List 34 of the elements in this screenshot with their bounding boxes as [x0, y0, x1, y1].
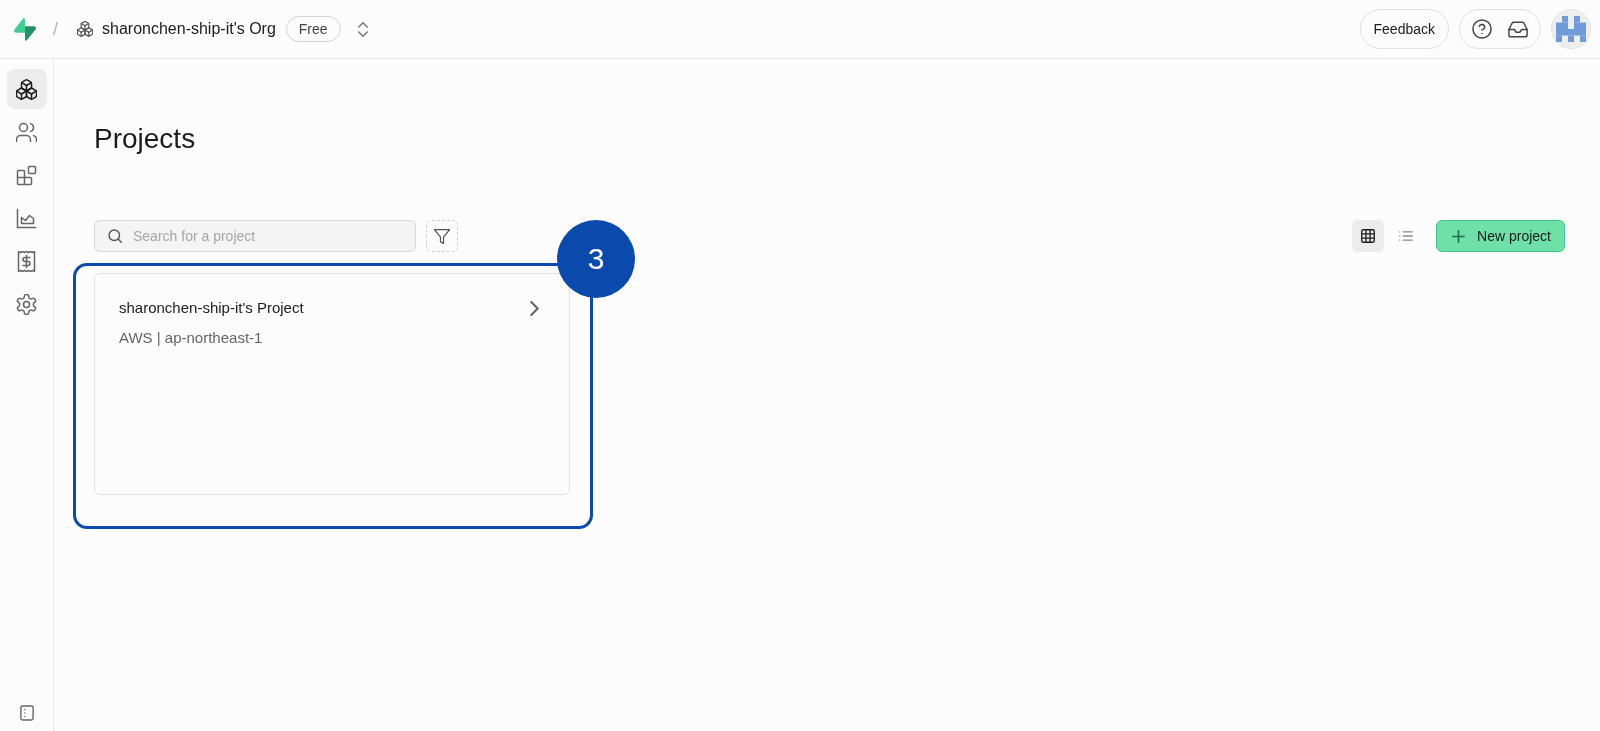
help-icon	[1472, 19, 1492, 39]
page-title: Projects	[94, 123, 196, 155]
filter-button[interactable]	[426, 220, 458, 252]
chevron-right-icon	[530, 300, 539, 316]
chart-icon	[16, 207, 37, 229]
cubes-icon	[77, 21, 93, 37]
list-icon	[1399, 229, 1414, 243]
project-region: AWS | ap-northeast-1	[119, 328, 263, 348]
settings-icon	[16, 293, 37, 315]
project-name: sharonchen-ship-it's Project	[119, 298, 304, 318]
plus-icon	[1452, 229, 1466, 243]
panel-icon	[19, 705, 34, 721]
feedback-button[interactable]: Feedback	[1359, 9, 1449, 49]
filter-icon	[434, 228, 450, 244]
chevron-up-down-icon[interactable]	[357, 21, 368, 37]
cubes-icon	[16, 78, 37, 100]
step-number-badge: 3	[557, 220, 635, 298]
bolt-logo-icon[interactable]	[14, 17, 36, 41]
grid-icon	[1361, 229, 1376, 243]
help-button[interactable]	[1471, 18, 1493, 40]
receipt-icon	[16, 250, 37, 272]
panel-toggle-button[interactable]	[17, 704, 36, 722]
blocks-icon	[16, 164, 37, 186]
project-card[interactable]: sharonchen-ship-it's Project AWS | ap-northeast-1	[94, 273, 570, 495]
new-project-button[interactable]: New project	[1436, 220, 1565, 252]
search-field[interactable]: Search for a project	[94, 220, 416, 252]
inbox-icon	[1508, 20, 1528, 38]
breadcrumb-separator: /	[53, 18, 58, 40]
organization-name[interactable]: sharonchen-ship-it's Org	[102, 20, 276, 38]
people-icon	[16, 121, 37, 143]
sidebar-item[interactable]	[6, 69, 47, 109]
identicon-avatar[interactable]	[1551, 9, 1591, 49]
grid-view-button[interactable]	[1352, 220, 1385, 252]
search-icon	[108, 229, 122, 243]
